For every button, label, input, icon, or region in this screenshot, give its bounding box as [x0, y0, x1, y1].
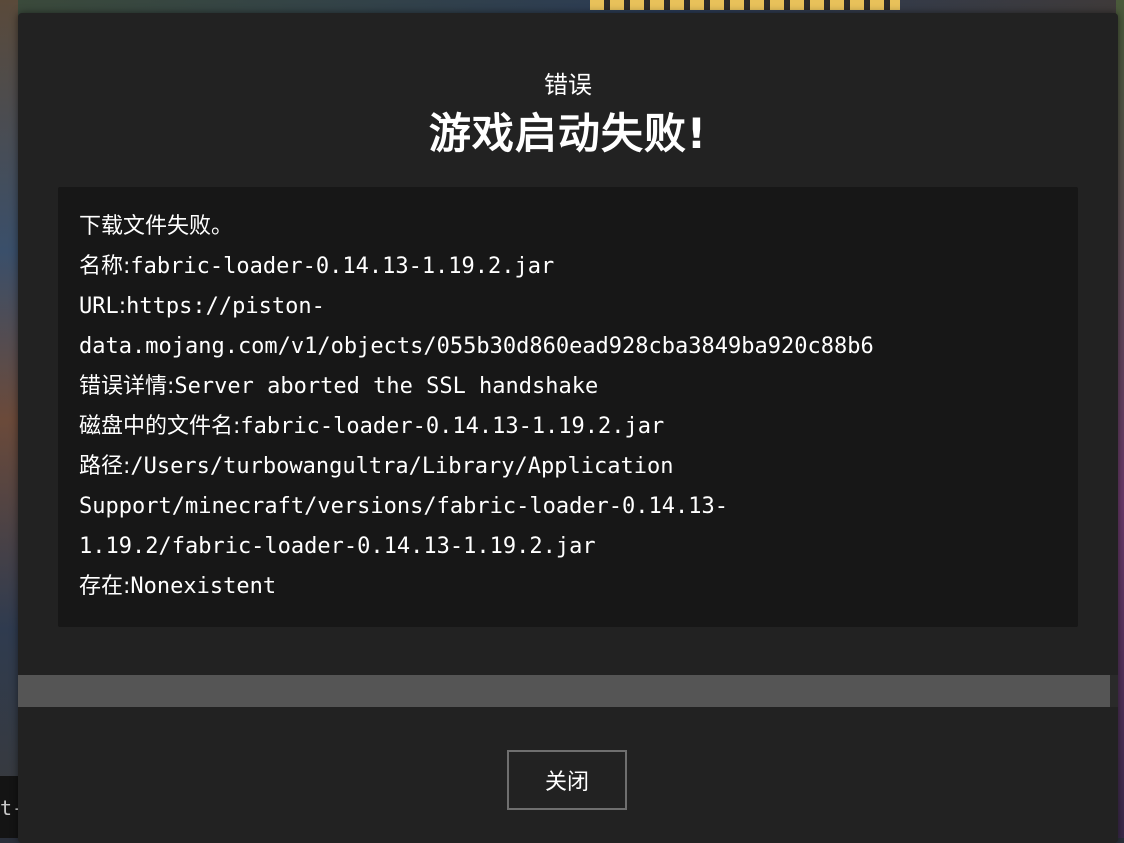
disk-filename-label: 磁盘中的文件名:: [79, 414, 241, 439]
message-summary-text: 下载文件失败。: [79, 214, 234, 239]
exists-label: 存在:: [79, 574, 131, 599]
background-partial-text: t-l: [0, 796, 18, 820]
url-value-part1: https://piston-: [126, 294, 325, 319]
message-line-summary: 下载文件失败。: [79, 207, 1078, 247]
path-value-part1: /Users/turbowangultra/Library/Applicatio…: [130, 454, 674, 479]
message-line-disk-filename: 磁盘中的文件名:fabric-loader-0.14.13-1.19.2.jar: [79, 407, 1078, 447]
error-message-content: 下载文件失败。 名称:fabric-loader-0.14.13-1.19.2.…: [79, 207, 1078, 607]
error-message-box[interactable]: 下载文件失败。 名称:fabric-loader-0.14.13-1.19.2.…: [58, 187, 1078, 627]
background-art-left: [0, 0, 18, 838]
path-value-part2: Support/minecraft/versions/fabric-loader…: [79, 494, 729, 519]
dialog-title: 游戏启动失败!: [428, 109, 708, 158]
dialog-subtitle: 错误: [544, 71, 592, 99]
exists-value: Nonexistent: [130, 574, 277, 599]
path-label: 路径:: [79, 454, 131, 479]
message-line-path: 路径:/Users/turbowangultra/Library/Applica…: [79, 447, 1078, 487]
message-line-exists: 存在:Nonexistent: [79, 567, 1078, 607]
message-line-error: 错误详情:Server aborted the SSL handshake: [79, 367, 1078, 407]
message-line-url: URL:https://piston-: [79, 287, 1078, 327]
background-art-top: [590, 0, 900, 10]
close-button[interactable]: 关闭: [507, 750, 627, 810]
error-dialog: 错误 游戏启动失败! 下载文件失败。 名称:fabric-loader-0.14…: [18, 13, 1118, 843]
message-line-path-continued-1: Support/minecraft/versions/fabric-loader…: [79, 487, 1078, 527]
name-value: fabric-loader-0.14.13-1.19.2.jar: [130, 254, 555, 279]
url-value-part2: data.mojang.com/v1/objects/055b30d860ead…: [79, 334, 874, 359]
message-line-url-continued: data.mojang.com/v1/objects/055b30d860ead…: [79, 327, 1078, 367]
message-line-name: 名称:fabric-loader-0.14.13-1.19.2.jar: [79, 247, 1078, 287]
path-value-part3: 1.19.2/fabric-loader-0.14.13-1.19.2.jar: [79, 534, 596, 559]
horizontal-scrollbar[interactable]: [18, 675, 1118, 707]
name-label: 名称:: [79, 254, 131, 279]
error-value: Server aborted the SSL handshake: [174, 374, 599, 399]
url-label-latin: URL: [79, 294, 119, 319]
scrollbar-thumb[interactable]: [18, 675, 1110, 707]
error-label: 错误详情:: [79, 374, 175, 399]
disk-filename-value: fabric-loader-0.14.13-1.19.2.jar: [240, 414, 665, 439]
message-line-path-continued-2: 1.19.2/fabric-loader-0.14.13-1.19.2.jar: [79, 527, 1078, 567]
